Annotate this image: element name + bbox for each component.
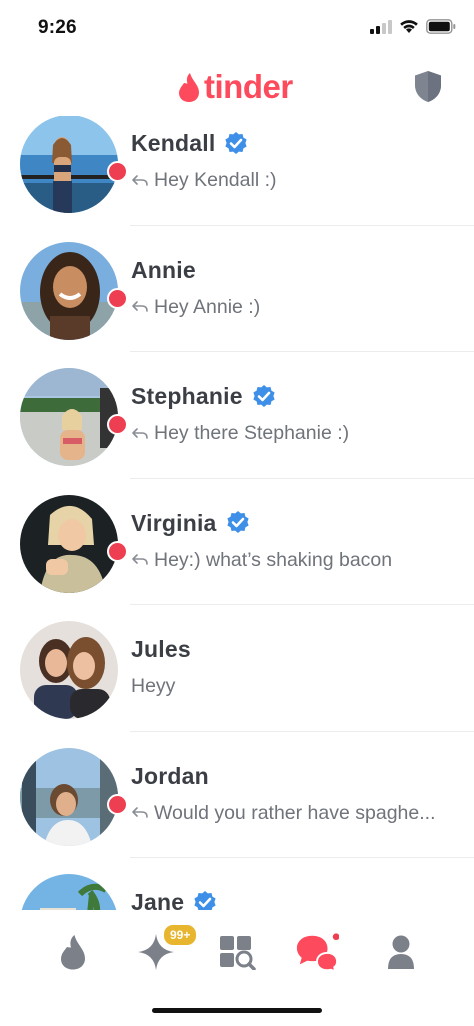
verified-badge-icon: [253, 384, 275, 407]
chat-bubbles-icon: [296, 933, 339, 972]
match-row-jordan[interactable]: Jordan Would you rather have spaghe...: [0, 732, 474, 858]
tab-messages[interactable]: [295, 930, 339, 974]
match-row-jane[interactable]: Jane: [0, 858, 474, 910]
explore-icon: [220, 936, 256, 970]
tab-swipe[interactable]: [51, 930, 95, 974]
status-time: 9:26: [38, 17, 77, 38]
app-header: tinder: [0, 60, 474, 116]
safety-shield-button[interactable]: [413, 70, 443, 108]
flame-logo-icon: [179, 73, 199, 102]
match-name: Kendall: [131, 130, 216, 156]
avatar[interactable]: [20, 747, 118, 846]
reply-arrow-icon: [132, 427, 148, 439]
cellular-signal-icon: [370, 19, 392, 34]
bottom-tab-bar: 99+: [0, 912, 474, 992]
avatar[interactable]: [20, 241, 118, 340]
match-row-annie[interactable]: Annie Hey Annie :): [0, 226, 474, 352]
match-row-kendall[interactable]: Kendall Hey Kendall :): [0, 116, 474, 226]
match-row-virginia[interactable]: Virginia Hey:) what’s shaking bacon: [0, 479, 474, 605]
shield-icon: [415, 71, 441, 102]
match-row-jules[interactable]: Jules Heyy: [0, 605, 474, 732]
last-message: Hey:) what’s shaking bacon: [154, 548, 393, 571]
match-name: Jordan: [131, 762, 209, 789]
avatar[interactable]: [20, 368, 118, 466]
logo-text: tinder: [204, 68, 293, 105]
gold-count-badge: 99+: [162, 923, 199, 947]
status-icons: [370, 19, 456, 34]
person-icon: [388, 935, 414, 969]
last-message: Would you rather have spaghe...: [154, 801, 436, 824]
wifi-icon: [400, 20, 418, 33]
tab-explore[interactable]: [215, 930, 259, 974]
verified-badge-icon: [225, 131, 248, 154]
unread-dot: [107, 414, 128, 435]
unread-dot: [107, 287, 128, 309]
avatar[interactable]: [20, 874, 118, 910]
match-name: Jane: [131, 889, 185, 910]
unread-dot: [107, 793, 128, 815]
last-message: Hey Annie :): [154, 295, 261, 318]
match-name: Stephanie: [131, 383, 243, 409]
match-name: Annie: [131, 256, 196, 283]
reply-arrow-icon: [132, 174, 148, 186]
home-indicator[interactable]: [152, 1008, 322, 1013]
battery-icon: [426, 19, 456, 34]
avatar[interactable]: [20, 494, 118, 593]
match-name: Virginia: [131, 509, 217, 536]
last-message: Hey there Stephanie :): [154, 422, 350, 444]
avatar[interactable]: [20, 116, 118, 213]
verified-badge-icon: [194, 890, 216, 910]
avatar[interactable]: [20, 621, 118, 719]
tinder-logo[interactable]: tinder: [177, 68, 293, 106]
unread-dot: [107, 540, 128, 562]
tab-profile[interactable]: [379, 930, 423, 974]
reply-arrow-icon: [132, 301, 148, 312]
reply-arrow-icon: [132, 554, 148, 565]
match-name: Jules: [131, 636, 191, 662]
reply-arrow-icon: [132, 807, 148, 818]
last-message: Heyy: [131, 675, 176, 697]
status-bar: 9:26: [0, 0, 474, 56]
verified-badge-icon: [226, 511, 249, 533]
flame-icon: [61, 935, 85, 970]
last-message: Hey Kendall :): [154, 169, 277, 191]
messages-list[interactable]: Kendall Hey Kendall :) Annie Hey Annie:…: [0, 116, 474, 910]
match-row-stephanie[interactable]: Stephanie Hey there Stephanie :): [0, 352, 474, 479]
unread-dot: [107, 161, 128, 182]
